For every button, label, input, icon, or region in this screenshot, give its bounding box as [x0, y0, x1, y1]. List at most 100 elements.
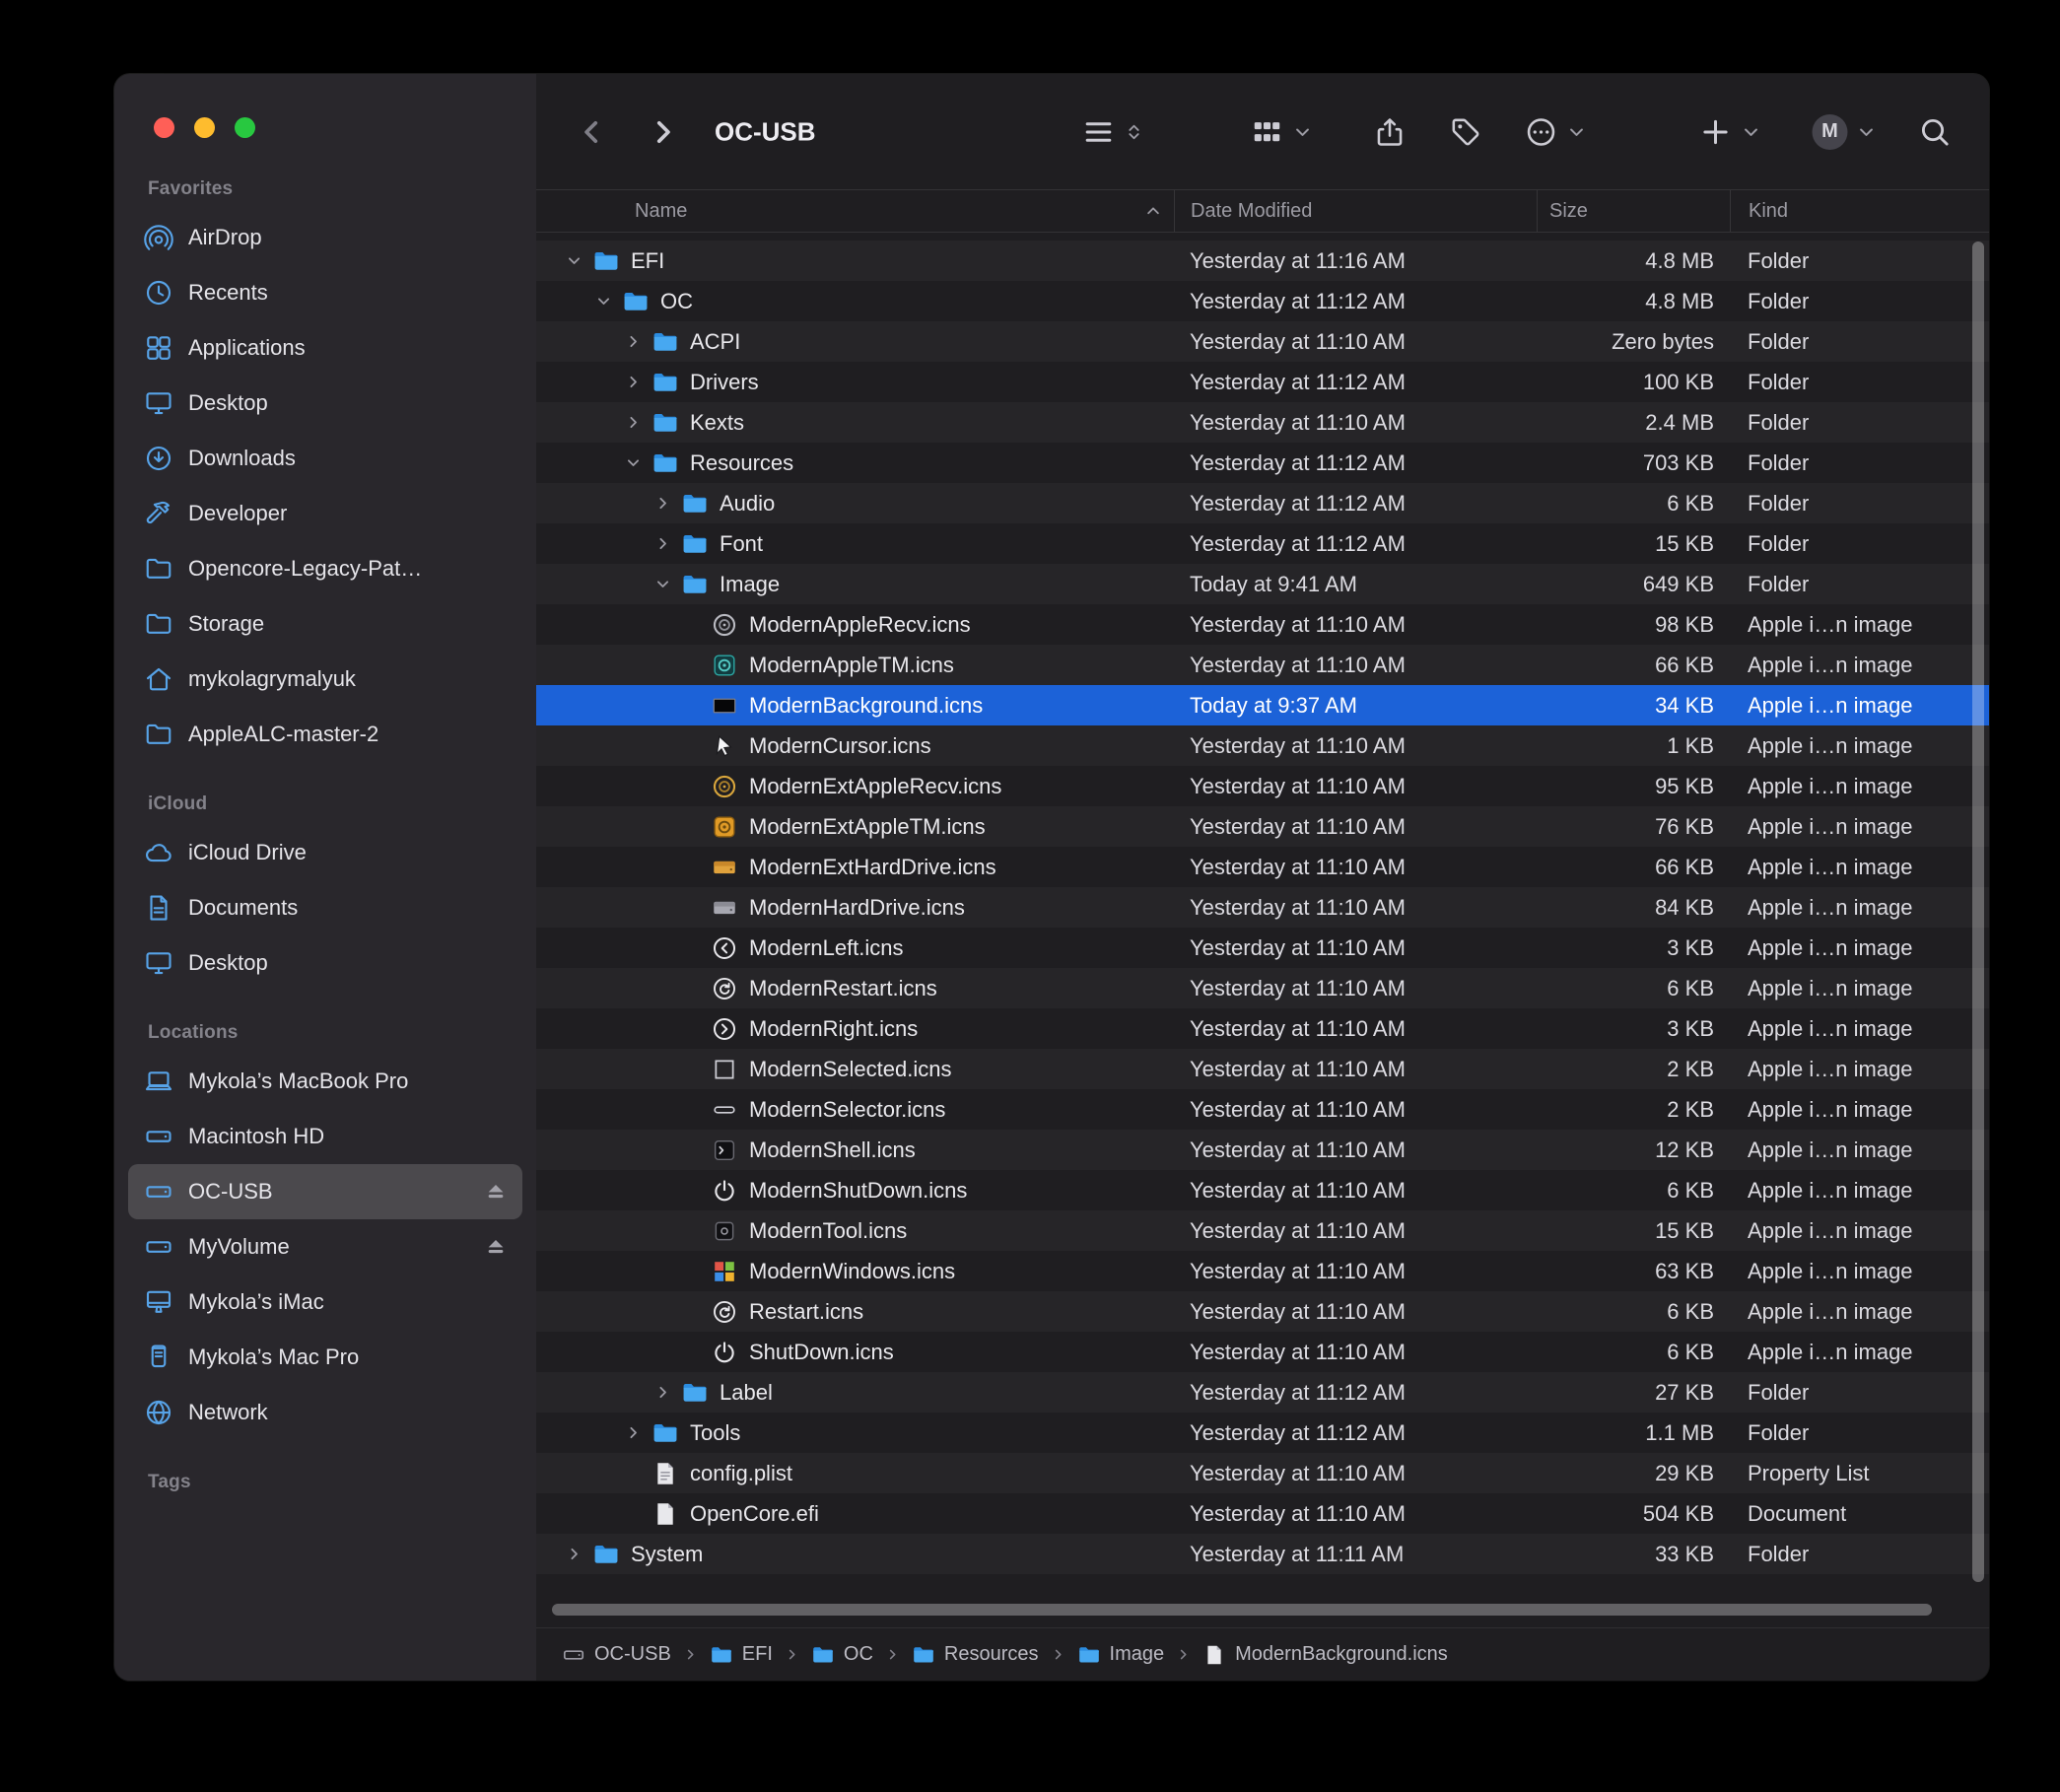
path-item-image[interactable]: Image [1077, 1643, 1165, 1667]
column-header-name[interactable]: Name [536, 190, 1174, 232]
disclosure-triangle-icon[interactable] [590, 291, 616, 312]
sidebar-item-icloud-drive[interactable]: iCloud Drive [128, 825, 522, 880]
share-button[interactable] [1373, 115, 1407, 149]
file-row-system[interactable]: SystemYesterday at 11:11 AM33 KBFolder [536, 1534, 1989, 1574]
horizontal-scrollbar[interactable] [552, 1604, 1932, 1616]
vertical-scrollbar[interactable] [1972, 241, 1984, 1582]
disclosure-triangle-icon[interactable] [620, 372, 646, 393]
file-row-modernapplerecv-icns[interactable]: ModernAppleRecv.icnsYesterday at 11:10 A… [536, 604, 1989, 645]
sidebar-item-developer[interactable]: Developer [128, 486, 522, 541]
file-row-modernleft-icns[interactable]: ModernLeft.icnsYesterday at 11:10 AM3 KB… [536, 928, 1989, 968]
file-row-modernextapplerecv-icns[interactable]: ModernExtAppleRecv.icnsYesterday at 11:1… [536, 766, 1989, 806]
sidebar-item-opencore-legacy-pat[interactable]: Opencore-Legacy-Pat… [128, 541, 522, 596]
sidebar-item-network[interactable]: Network [128, 1385, 522, 1440]
sidebar-item-desktop[interactable]: Desktop [128, 935, 522, 991]
path-item-oc[interactable]: OC [811, 1643, 873, 1667]
sidebar-item-mykola-s-mac-pro[interactable]: Mykola’s Mac Pro [128, 1330, 522, 1385]
file-row-modernextappletm-icns[interactable]: ModernExtAppleTM.icnsYesterday at 11:10 … [536, 806, 1989, 847]
sidebar-item-recents[interactable]: Recents [128, 265, 522, 320]
sidebar-item-documents[interactable]: Documents [128, 880, 522, 935]
sidebar-section-icloud: iCloudiCloud DriveDocumentsDesktop [114, 793, 536, 991]
minimize-button[interactable] [194, 117, 215, 138]
path-item-resources[interactable]: Resources [912, 1643, 1039, 1667]
path-item-oc-usb[interactable]: OC-USB [562, 1643, 671, 1667]
column-header-kind[interactable]: Kind [1730, 190, 1989, 232]
disclosure-triangle-icon[interactable] [561, 1544, 586, 1565]
disclosure-triangle-icon[interactable] [620, 331, 646, 353]
file-kind: Apple i…n image [1730, 733, 1989, 759]
indent-spacer [536, 1028, 679, 1029]
sidebar-item-mykola-s-imac[interactable]: Mykola’s iMac [128, 1275, 522, 1330]
sidebar-item-desktop[interactable]: Desktop [128, 376, 522, 431]
disclosure-triangle-icon[interactable] [650, 574, 675, 595]
sidebar-item-mykola-s-macbook-pro[interactable]: Mykola’s MacBook Pro [128, 1054, 522, 1109]
sidebar-item-myvolume[interactable]: MyVolume [128, 1219, 522, 1275]
more-actions-button[interactable] [1525, 115, 1587, 149]
file-row-tools[interactable]: ToolsYesterday at 11:12 AM1.1 MBFolder [536, 1413, 1989, 1453]
eject-icon[interactable] [483, 1234, 509, 1260]
file-row-opencore-efi[interactable]: OpenCore.efiYesterday at 11:10 AM504 KBD… [536, 1493, 1989, 1534]
path-separator-icon [1176, 1647, 1191, 1662]
search-button[interactable] [1918, 115, 1952, 149]
file-row-moderntool-icns[interactable]: ModernTool.icnsYesterday at 11:10 AM15 K… [536, 1210, 1989, 1251]
file-row-modernappletm-icns[interactable]: ModernAppleTM.icnsYesterday at 11:10 AM6… [536, 645, 1989, 685]
sidebar-item-storage[interactable]: Storage [128, 596, 522, 652]
path-item-modernbackground-icns[interactable]: ModernBackground.icns [1202, 1643, 1448, 1667]
eject-icon[interactable] [483, 1179, 509, 1205]
file-row-modernwindows-icns[interactable]: ModernWindows.icnsYesterday at 11:10 AM6… [536, 1251, 1989, 1291]
file-row-modernright-icns[interactable]: ModernRight.icnsYesterday at 11:10 AM3 K… [536, 1008, 1989, 1049]
file-row-restart-icns[interactable]: Restart.icnsYesterday at 11:10 AM6 KBApp… [536, 1291, 1989, 1332]
file-row-modernshell-icns[interactable]: ModernShell.icnsYesterday at 11:10 AM12 … [536, 1130, 1989, 1170]
disclosure-triangle-icon[interactable] [561, 250, 586, 272]
file-row-config-plist[interactable]: config.plistYesterday at 11:10 AM29 KBPr… [536, 1453, 1989, 1493]
back-button[interactable] [575, 115, 608, 149]
column-header-date-modified[interactable]: Date Modified [1174, 190, 1537, 232]
tags-button[interactable] [1449, 115, 1482, 149]
file-row-resources[interactable]: ResourcesYesterday at 11:12 AM703 KBFold… [536, 443, 1989, 483]
disclosure-triangle-icon[interactable] [620, 1422, 646, 1444]
file-row-modernrestart-icns[interactable]: ModernRestart.icnsYesterday at 11:10 AM6… [536, 968, 1989, 1008]
sidebar-item-airdrop[interactable]: AirDrop [128, 210, 522, 265]
file-row-acpi[interactable]: ACPIYesterday at 11:10 AMZero bytesFolde… [536, 321, 1989, 362]
path-item-efi[interactable]: EFI [710, 1643, 773, 1667]
file-row-modernselector-icns[interactable]: ModernSelector.icnsYesterday at 11:10 AM… [536, 1089, 1989, 1130]
group-button[interactable] [1251, 115, 1313, 149]
file-row-moderncursor-icns[interactable]: ModernCursor.icnsYesterday at 11:10 AM1 … [536, 725, 1989, 766]
disclosure-triangle-icon[interactable] [620, 412, 646, 434]
indent-spacer [536, 462, 620, 463]
forward-button[interactable] [647, 115, 680, 149]
sidebar-item-mykolagrymalyuk[interactable]: mykolagrymalyuk [128, 652, 522, 707]
column-header-size[interactable]: Size [1537, 190, 1730, 232]
file-row-audio[interactable]: AudioYesterday at 11:12 AM6 KBFolder [536, 483, 1989, 523]
zoom-button[interactable] [235, 117, 255, 138]
add-button[interactable] [1699, 115, 1761, 149]
file-row-efi[interactable]: EFIYesterday at 11:16 AM4.8 MBFolder [536, 241, 1989, 281]
file-row-drivers[interactable]: DriversYesterday at 11:12 AM100 KBFolder [536, 362, 1989, 402]
file-row-modernselected-icns[interactable]: ModernSelected.icnsYesterday at 11:10 AM… [536, 1049, 1989, 1089]
file-row-image[interactable]: ImageToday at 9:41 AM649 KBFolder [536, 564, 1989, 604]
close-button[interactable] [154, 117, 174, 138]
file-row-shutdown-icns[interactable]: ShutDown.icnsYesterday at 11:10 AM6 KBAp… [536, 1332, 1989, 1372]
view-mode-button[interactable] [1082, 115, 1144, 149]
disclosure-triangle-icon[interactable] [650, 493, 675, 515]
disclosure-triangle-icon[interactable] [650, 1382, 675, 1404]
file-kind: Folder [1730, 1542, 1989, 1567]
file-row-modernharddrive-icns[interactable]: ModernHardDrive.icnsYesterday at 11:10 A… [536, 887, 1989, 928]
file-row-kexts[interactable]: KextsYesterday at 11:10 AM2.4 MBFolder [536, 402, 1989, 443]
thumb-circle-restart-icon [711, 975, 738, 1002]
file-row-modernextharddrive-icns[interactable]: ModernExtHardDrive.icnsYesterday at 11:1… [536, 847, 1989, 887]
sidebar-item-applications[interactable]: Applications [128, 320, 522, 376]
disclosure-triangle-icon[interactable] [650, 533, 675, 555]
account-button[interactable]: M [1813, 114, 1877, 150]
sidebar-item-macintosh-hd[interactable]: Macintosh HD [128, 1109, 522, 1164]
sidebar-item-oc-usb[interactable]: OC-USB [128, 1164, 522, 1219]
file-row-oc[interactable]: OCYesterday at 11:12 AM4.8 MBFolder [536, 281, 1989, 321]
sidebar-item-downloads[interactable]: Downloads [128, 431, 522, 486]
disclosure-triangle-icon[interactable] [620, 452, 646, 474]
group-grid-icon [1251, 115, 1284, 149]
file-row-modernbackground-icns[interactable]: ModernBackground.icnsToday at 9:37 AM34 … [536, 685, 1989, 725]
file-row-modernshutdown-icns[interactable]: ModernShutDown.icnsYesterday at 11:10 AM… [536, 1170, 1989, 1210]
file-row-label[interactable]: LabelYesterday at 11:12 AM27 KBFolder [536, 1372, 1989, 1413]
sidebar-item-applealc-master-2[interactable]: AppleALC-master-2 [128, 707, 522, 762]
file-row-font[interactable]: FontYesterday at 11:12 AM15 KBFolder [536, 523, 1989, 564]
